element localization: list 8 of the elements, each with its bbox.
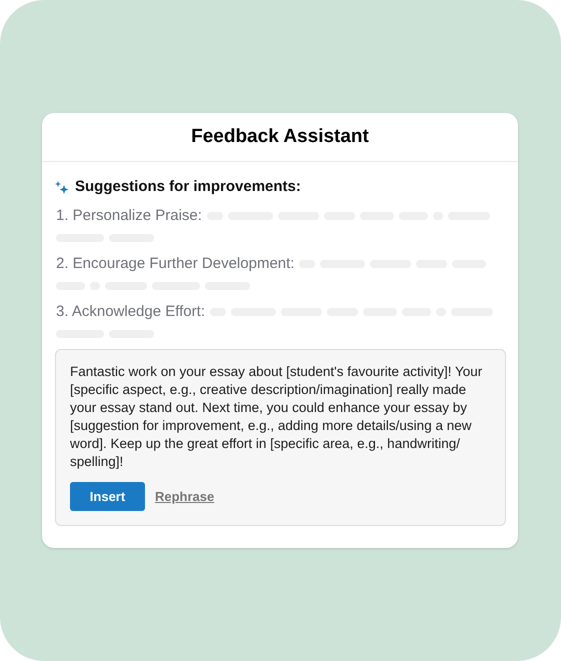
section-heading: Suggestions for improvements: — [75, 177, 301, 197]
rephrase-link[interactable]: Rephrase — [155, 486, 214, 506]
suggestion-label: 2. Encourage Further Development: — [56, 254, 294, 272]
suggestion-label: 1. Personalize Praise: — [56, 206, 202, 224]
feedback-message: Fantastic work on your essay about [student's favourite activity]! Your [specific aspect, e.g., creative description/imagination] really made your essay stand out. Next time, you could enhance your essay by [suggestion for improvement, e.g., adding more details/using a new word]. Keep up the great effort in [specific area, e.g., handwriting/ spelling]! — [70, 363, 484, 472]
window-title: Feedback Assistant — [191, 124, 369, 149]
insert-button[interactable]: Insert — [70, 482, 145, 512]
suggestion-label: 3. Acknowledge Effort: — [56, 302, 205, 320]
